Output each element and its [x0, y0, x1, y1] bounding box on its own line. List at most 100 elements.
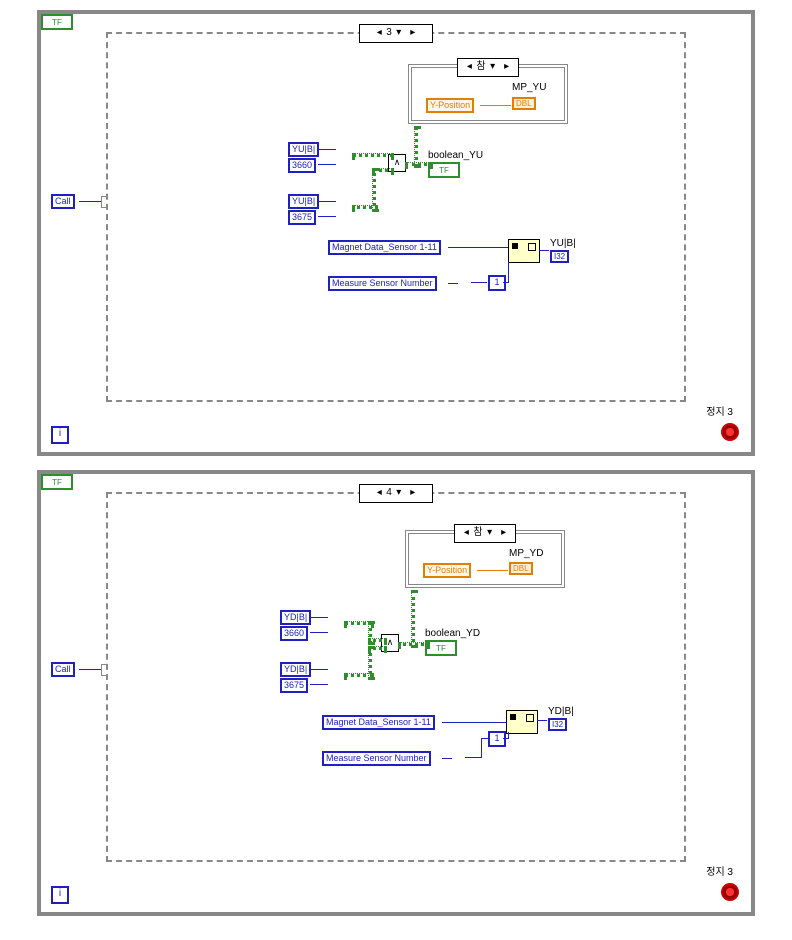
while-loop-top: Call ◂3▾▸ ◂참▾▸ MP_YU Y-Position DBL YU|B… [37, 10, 755, 456]
wire [508, 262, 509, 283]
chevron-left-icon[interactable]: ◂ [372, 25, 386, 40]
local-yu-b: YU|B| [288, 194, 319, 209]
wire-bool [372, 168, 394, 172]
local-yd-b: YD|B| [280, 662, 311, 677]
wire-bool [352, 153, 394, 157]
wire [310, 632, 328, 633]
inner-case-val: 참 [476, 61, 485, 72]
out-label: YD|B| [548, 706, 574, 717]
const-3675: 3675 [288, 210, 316, 225]
case-structure: ◂3▾▸ ◂참▾▸ MP_YU Y-Position DBL YU|B| 366… [106, 32, 686, 402]
stop-button-icon[interactable] [721, 423, 739, 441]
wire [310, 684, 328, 685]
magnet-data: Magnet Data_Sensor 1-11 [328, 240, 441, 255]
mp-label: MP_YU [512, 82, 546, 93]
wire [539, 250, 549, 251]
dropdown-icon[interactable]: ▾ [392, 485, 406, 500]
wire [318, 149, 336, 150]
wire [537, 720, 547, 721]
const-1: 1 [488, 275, 506, 291]
chevron-right-icon[interactable]: ▸ [406, 485, 420, 500]
greater-than-icon [330, 614, 342, 628]
wire [442, 758, 452, 759]
stop-tf: TF [41, 474, 73, 490]
and-symbol: ∧ [394, 157, 401, 167]
chevron-right-icon[interactable]: ▸ [497, 525, 511, 540]
local-yu-a: YU|B| [288, 142, 319, 157]
const-1: 1 [488, 731, 506, 747]
y-position: Y-Position [423, 563, 471, 578]
less-than-icon [330, 666, 342, 680]
wire [481, 738, 488, 739]
local-yd-a: YD|B| [280, 610, 311, 625]
chevron-left-icon[interactable]: ◂ [462, 59, 476, 74]
subtract-icon [452, 750, 464, 764]
index-array-icon [508, 239, 540, 263]
wire [481, 738, 482, 758]
out-label: YU|B| [550, 238, 576, 249]
case-selector[interactable]: ◂3▾▸ [359, 24, 433, 43]
case-selector[interactable]: ◂4▾▸ [359, 484, 433, 503]
wire [442, 722, 506, 723]
stop-tf: TF [41, 14, 73, 30]
i32-indicator: I32 [550, 250, 569, 263]
dbl-indicator: DBL [512, 97, 536, 110]
subtract-icon [458, 275, 470, 289]
inner-case-selector[interactable]: ◂참▾▸ [454, 524, 516, 543]
greater-than-icon [338, 146, 350, 160]
wire [318, 164, 336, 165]
dropdown-icon[interactable]: ▾ [486, 59, 500, 74]
bool-label: boolean_YU [428, 150, 483, 161]
const-3675: 3675 [280, 678, 308, 693]
stop-button-icon[interactable] [721, 883, 739, 901]
wire [480, 105, 511, 106]
inner-case: ◂참▾▸ MP_YU Y-Position DBL [408, 64, 568, 124]
wire-bool [405, 162, 433, 166]
dropdown-icon[interactable]: ▾ [392, 25, 406, 40]
chevron-left-icon[interactable]: ◂ [372, 485, 386, 500]
less-than-icon [338, 198, 350, 212]
inner-case: ◂참▾▸ MP_YD Y-Position DBL [405, 530, 565, 588]
case-structure: ◂4▾▸ ◂참▾▸ MP_YD Y-Position DBL YD|B| 366… [106, 492, 686, 862]
measure-number: Measure Sensor Number [322, 751, 431, 766]
wire [318, 201, 336, 202]
wire [465, 757, 481, 758]
stop-label: 정지 3 [706, 403, 733, 418]
chevron-left-icon[interactable]: ◂ [459, 525, 473, 540]
iteration-terminal: i [51, 886, 69, 904]
y-position: Y-Position [426, 98, 474, 113]
magnet-data: Magnet Data_Sensor 1-11 [322, 715, 435, 730]
dbl-indicator: DBL [509, 562, 533, 575]
wire-bool [411, 590, 415, 648]
mp-label: MP_YD [509, 548, 543, 559]
and-symbol: ∧ [387, 637, 394, 647]
const-3660: 3660 [280, 626, 308, 641]
call-node: Call [51, 194, 75, 209]
measure-number: Measure Sensor Number [328, 276, 437, 291]
wire [310, 669, 328, 670]
iteration-terminal: i [51, 426, 69, 444]
wire-bool [414, 126, 418, 168]
chevron-right-icon[interactable]: ▸ [406, 25, 420, 40]
stop-label: 정지 3 [706, 863, 733, 878]
call-node: Call [51, 662, 75, 677]
wire [448, 247, 508, 248]
wire-bool [368, 646, 387, 650]
i32-indicator: I32 [548, 718, 567, 731]
inner-case-selector[interactable]: ◂참▾▸ [457, 58, 519, 77]
const-3660: 3660 [288, 158, 316, 173]
wire [318, 216, 336, 217]
wire [448, 283, 458, 284]
bool-label: boolean_YD [425, 628, 480, 639]
inner-case-val: 참 [473, 527, 482, 538]
dropdown-icon[interactable]: ▾ [483, 525, 497, 540]
wire-bool [368, 638, 387, 642]
while-loop-bottom: Call ◂4▾▸ ◂참▾▸ MP_YD Y-Position DBL YD|B… [37, 470, 755, 916]
wire-bool [372, 168, 376, 212]
wire [471, 282, 487, 283]
wire [508, 732, 509, 739]
chevron-right-icon[interactable]: ▸ [500, 59, 514, 74]
index-array-icon [506, 710, 538, 734]
wire-bool [368, 646, 372, 680]
wire [310, 617, 328, 618]
